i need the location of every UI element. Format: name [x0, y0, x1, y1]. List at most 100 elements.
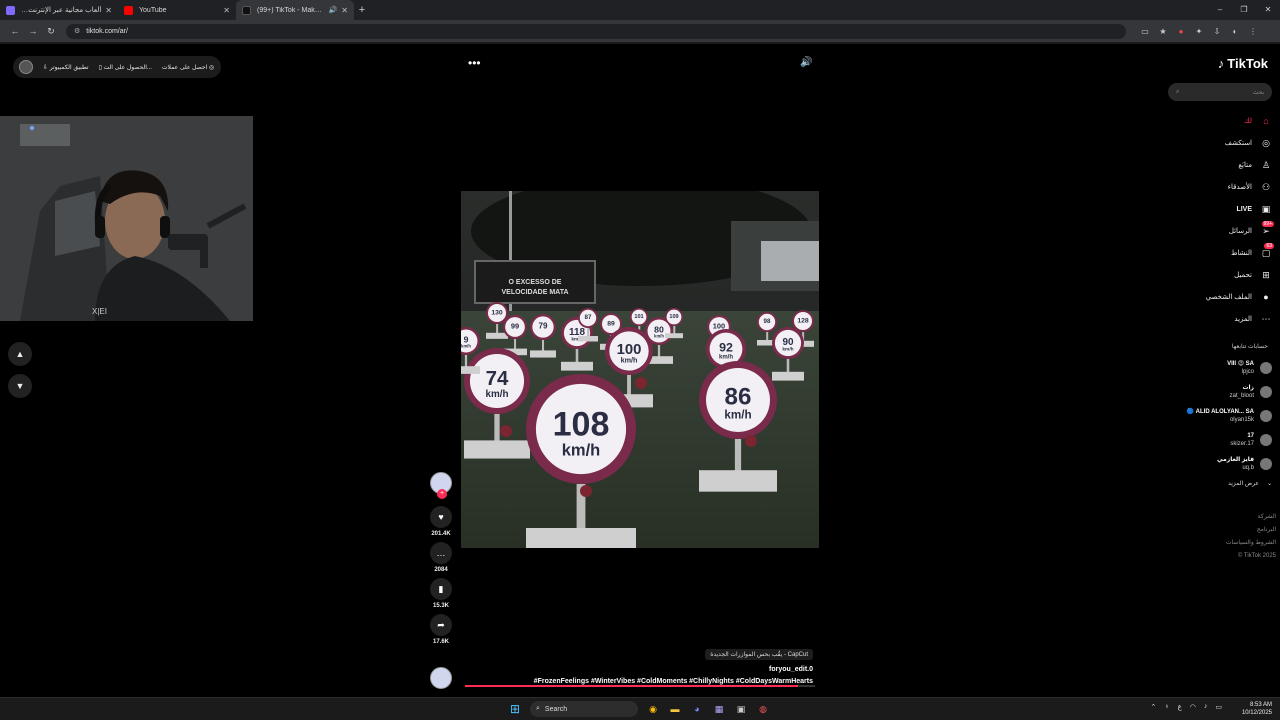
previous-video-button[interactable]: ▲	[8, 342, 32, 366]
back-arrow-icon[interactable]: ←	[6, 26, 24, 36]
profile-avatar-icon: ●	[1263, 292, 1269, 302]
sidebar-item-more[interactable]: المزيد ⋯	[1152, 308, 1272, 330]
clock-time: 8:53 AM	[1249, 702, 1272, 708]
next-video-button[interactable]: ▼	[8, 374, 32, 398]
reload-icon[interactable]: ↻	[42, 26, 60, 37]
following-item[interactable]: فايز العازمي uq.b	[1162, 452, 1272, 476]
following-item[interactable]: VIII 😍 SA lpjco	[1162, 356, 1272, 380]
video-progress-bar[interactable]	[465, 685, 815, 687]
windows-start-icon[interactable]: ⊞	[510, 702, 520, 716]
app-red-icon[interactable]: ◍	[754, 701, 772, 717]
new-tab-button[interactable]: +	[354, 4, 370, 16]
extension-icons: ▭ ★ ● ✦ ⇩ ◐ ⋮	[1136, 27, 1262, 36]
video-player[interactable]: O EXCESSO DE VELOCIDADE MATA 130 99 79 118 k…	[461, 191, 819, 548]
following-title: حسابات تتابعها	[1231, 344, 1268, 350]
extension-red-icon[interactable]: ●	[1172, 27, 1190, 36]
notification-badge: 99+	[1261, 221, 1274, 227]
close-tab-icon[interactable]: ✕	[341, 6, 348, 15]
premiere-icon[interactable]: ▦	[710, 701, 728, 717]
language-indicator[interactable]: ع	[1178, 703, 1182, 711]
comment-icon[interactable]: …	[430, 542, 452, 564]
capcut-link[interactable]: CapCut - يقُب بحس الموازرات الجديدة	[705, 649, 813, 660]
speed-sign-unit: km/h	[724, 409, 751, 422]
clock[interactable]: 8:53 AM 10/12/2025	[1242, 701, 1272, 717]
menu-kebab-icon[interactable]: ⋮	[1244, 27, 1262, 36]
sidebar-item-live[interactable]: LIVE ▣	[1152, 198, 1272, 220]
comment-action: … 2084	[427, 542, 455, 573]
discord-icon[interactable]: ◕	[688, 701, 706, 717]
close-window-button[interactable]: ✕	[1256, 0, 1280, 20]
footer-terms[interactable]: الشروط والسياسات	[1226, 537, 1276, 550]
bookmark-star-icon[interactable]: ★	[1154, 27, 1172, 36]
site-info-icon[interactable]: ⚙	[74, 27, 80, 35]
tray-chevron-icon[interactable]: ⌃	[1150, 703, 1156, 711]
speaker-icon[interactable]: ♪	[1204, 703, 1208, 711]
heart-icon[interactable]: ♥	[430, 506, 452, 528]
hashtags[interactable]: #FrozenFeelings #WinterVibes #ColdMoment…	[493, 678, 813, 685]
sidebar-item-upload[interactable]: تحميل ⊞	[1152, 264, 1272, 286]
activity-icon: ▢	[1261, 247, 1271, 258]
forward-arrow-icon[interactable]: →	[24, 26, 42, 36]
url-field[interactable]: ⚙ tiktok.com/ar/	[66, 23, 1126, 39]
tab-youtube[interactable]: YouTube ✕	[118, 0, 236, 20]
bookmark-icon[interactable]: ▮	[430, 578, 452, 600]
close-tab-icon[interactable]: ✕	[223, 6, 230, 15]
follow-plus-icon[interactable]: +	[437, 489, 447, 499]
author-name[interactable]: foryou_edit.0	[493, 666, 813, 673]
volume-icon[interactable]: 🔊	[800, 57, 812, 68]
system-tray: ⌃ ♁ ع ◠ ♪ ▭	[1150, 703, 1222, 711]
maximize-button[interactable]: ❐	[1232, 0, 1256, 20]
profile-icon[interactable]: ◐	[1226, 27, 1244, 36]
sidebar-item-label: الرسائل	[1228, 228, 1252, 235]
music-disc-avatar[interactable]	[430, 667, 452, 689]
tab-tiktok[interactable]: (99+) TikTok - Make Your Da 🔊 ✕	[236, 0, 354, 20]
search-input[interactable]: بحث ⌕	[1168, 83, 1272, 101]
extensions-puzzle-icon[interactable]: ✦	[1190, 27, 1208, 36]
get-coins-button[interactable]: احصل على عملات ◎	[162, 64, 214, 71]
following-item[interactable]: زات zat_bloot	[1162, 380, 1272, 404]
pc-app-button[interactable]: ⇩ تطبيق الكمبيوتر	[43, 64, 89, 71]
progress-fill	[465, 685, 798, 687]
sidebar-item-profile-avatar[interactable]: الملف الشخصي ●	[1152, 286, 1272, 308]
battery-icon[interactable]: ▭	[1215, 703, 1222, 711]
speed-sign-value: 108	[553, 406, 610, 444]
sidebar-item-compass[interactable]: استكشف ◎	[1152, 132, 1272, 154]
speed-sign: 74km/h	[464, 348, 530, 459]
cast-icon[interactable]: ▭	[1136, 27, 1154, 36]
more-options-icon[interactable]: •••	[468, 56, 481, 70]
file-explorer-icon[interactable]: ▬	[666, 701, 684, 717]
sidebar-item-send[interactable]: الرسائل ➢ 99+	[1152, 220, 1274, 242]
speed-sign-value: 130	[491, 309, 503, 316]
tab-games[interactable]: ألعاب مجانية عبر الإنترنت على ك ✕	[0, 0, 118, 20]
speed-sign-value: 90	[782, 337, 794, 348]
video-caption: CapCut - يقُب بحس الموازرات الجديدة fory…	[493, 643, 813, 685]
footer-company[interactable]: الشركة	[1226, 511, 1276, 524]
share-icon[interactable]: ➦	[430, 614, 452, 636]
chrome-icon[interactable]: ◉	[644, 701, 662, 717]
minimize-button[interactable]: –	[1208, 0, 1232, 20]
capture-icon[interactable]: ▣	[732, 701, 750, 717]
following-item[interactable]: 🔵 ALID ALOLYAN... SA olyan15k	[1162, 404, 1272, 428]
sidebar-item-friends[interactable]: الأصدقاء ⚇	[1152, 176, 1272, 198]
wifi-icon[interactable]: ◠	[1190, 703, 1196, 711]
mic-icon[interactable]: ♁	[1164, 703, 1169, 711]
sidebar-item-activity[interactable]: النشاط ▢ 63	[1152, 242, 1274, 264]
following-handle: skizer.17	[1230, 441, 1254, 447]
sidebar-item-home[interactable]: لك ⌂	[1152, 110, 1272, 132]
avatar[interactable]	[19, 60, 33, 74]
following-item[interactable]: 17 skizer.17	[1162, 428, 1272, 452]
taskbar-apps: ◉ ▬ ◕ ▦ ▣ ◍	[644, 701, 772, 717]
search-icon: ⌕	[536, 705, 540, 712]
taskbar-search[interactable]: ⌕ Search	[530, 701, 638, 717]
sidebar-item-user-add[interactable]: متابَع ♙	[1152, 154, 1272, 176]
tiktok-logo[interactable]: ♪ TikTok	[1218, 56, 1268, 71]
audio-icon[interactable]: 🔊	[329, 6, 338, 14]
creator-avatar[interactable]: +	[430, 472, 452, 499]
close-tab-icon[interactable]: ✕	[105, 6, 112, 15]
get-app-button[interactable]: ▯ الحصول على الت...	[99, 64, 152, 71]
see-more-button[interactable]: عرض المزيد ⌄	[1228, 480, 1272, 487]
more-icon: ⋯	[1261, 313, 1271, 324]
downloads-icon[interactable]: ⇩	[1208, 27, 1226, 36]
footer-program[interactable]: البرنامج	[1226, 524, 1276, 537]
search-icon[interactable]: ⌕	[1176, 89, 1179, 96]
